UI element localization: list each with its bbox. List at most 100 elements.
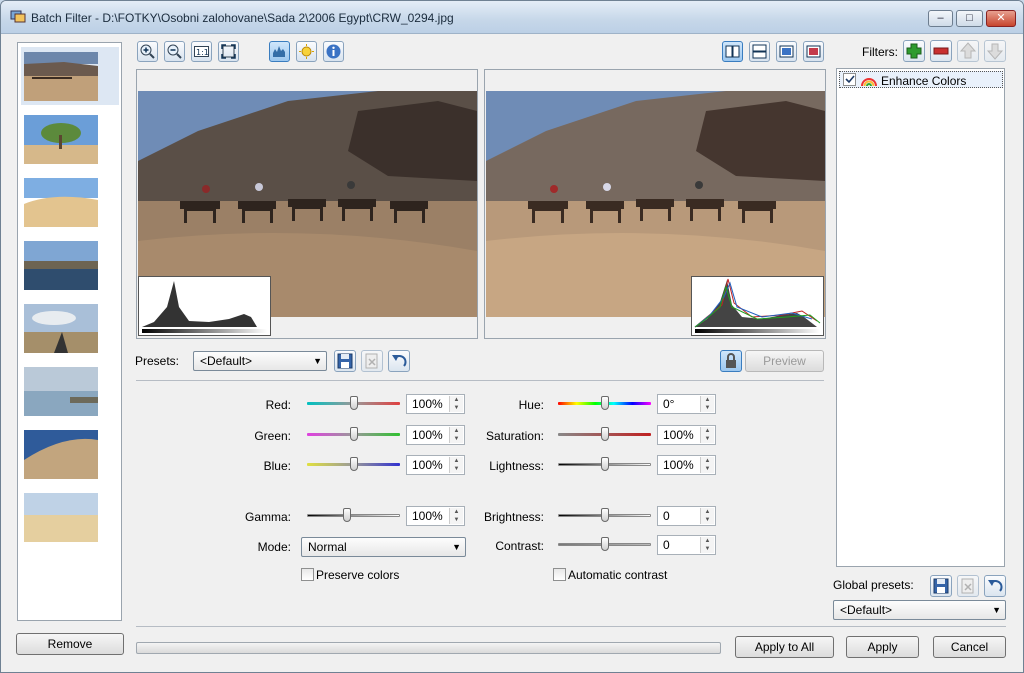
title-bar: Batch Filter - D:\FOTKY\Osobni zalohovan… — [1, 1, 1023, 34]
processed-histogram — [691, 276, 824, 336]
blue-slider-handle[interactable] — [350, 457, 358, 471]
reset-button[interactable] — [388, 350, 410, 372]
global-presets-dropdown[interactable]: <Default> ▼ — [833, 600, 1006, 620]
info-button[interactable] — [323, 41, 344, 62]
spin-arrows-icon[interactable]: ▲ ▼ — [700, 508, 714, 524]
maximize-button[interactable]: □ — [956, 10, 983, 27]
blue-label: Blue: — [263, 459, 291, 473]
delete-icon — [961, 578, 974, 594]
brightness-value-field[interactable]: 0 ▲ ▼ — [657, 506, 716, 526]
spin-arrows-icon[interactable]: ▲ ▼ — [700, 396, 714, 412]
blue-value-field[interactable]: 100% ▲ ▼ — [406, 455, 465, 475]
save-global-preset-button[interactable] — [930, 575, 952, 597]
mode-dropdown[interactable]: Normal ▼ — [301, 537, 466, 557]
spin-arrows-icon[interactable]: ▲ ▼ — [700, 427, 714, 443]
green-value-field[interactable]: 100% ▲ ▼ — [406, 425, 465, 445]
lightness-label: Lightness: — [489, 459, 544, 473]
presets-dropdown[interactable]: <Default> ▼ — [193, 351, 327, 371]
info-icon — [326, 44, 341, 59]
filter-enabled-checkbox[interactable] — [843, 73, 856, 86]
processed-only-icon — [806, 45, 821, 58]
lightness-value: 100% — [663, 458, 694, 472]
red-slider-handle[interactable] — [350, 396, 358, 410]
move-filter-down-button[interactable] — [984, 40, 1006, 62]
close-button[interactable]: ✕ — [986, 10, 1016, 27]
minus-icon — [933, 47, 949, 55]
histogram-graph — [694, 278, 821, 333]
hue-value-field[interactable]: 0° ▲ ▼ — [657, 394, 716, 414]
fit-to-window-button[interactable] — [218, 41, 239, 62]
hue-slider-handle[interactable] — [601, 396, 609, 410]
blue-value: 100% — [412, 458, 443, 472]
view-original-only[interactable] — [776, 41, 797, 62]
green-slider-handle[interactable] — [350, 427, 358, 441]
lightness-value-field[interactable]: 100% ▲ ▼ — [657, 455, 716, 475]
hue-label: Hue: — [518, 398, 544, 412]
automatic-contrast-label: Automatic contrast — [568, 568, 668, 582]
actual-size-icon: 1:1 — [194, 46, 209, 57]
delete-global-preset-button[interactable] — [957, 575, 979, 597]
spin-arrows-icon[interactable]: ▲ ▼ — [449, 427, 463, 443]
thumbnail-lake-shore[interactable] — [24, 367, 98, 416]
cancel-button[interactable]: Cancel — [933, 636, 1006, 658]
processed-image-panel[interactable] — [484, 69, 826, 339]
original-image-panel[interactable] — [136, 69, 478, 339]
view-split-vertical[interactable] — [722, 41, 743, 62]
preview-button[interactable]: Preview — [745, 350, 824, 372]
spin-arrows-icon[interactable]: ▲ ▼ — [449, 396, 463, 412]
automatic-contrast-checkbox[interactable] — [553, 568, 566, 581]
reset-global-button[interactable] — [984, 575, 1006, 597]
zoom-out-icon — [167, 44, 182, 59]
brightness-slider-handle[interactable] — [601, 508, 609, 522]
actual-size-button[interactable]: 1:1 — [191, 41, 212, 62]
zoom-out-button[interactable] — [164, 41, 185, 62]
zoom-in-button[interactable] — [137, 41, 158, 62]
add-filter-button[interactable] — [903, 40, 925, 62]
preserve-colors-checkbox[interactable] — [301, 568, 314, 581]
thumbnail-temple-rocks[interactable] — [24, 430, 98, 479]
spin-arrows-icon[interactable]: ▲ ▼ — [449, 508, 463, 524]
spin-arrows-icon[interactable]: ▲ ▼ — [700, 537, 714, 553]
thumbnail-tree-sand[interactable] — [24, 115, 98, 164]
spin-arrows-icon[interactable]: ▲ ▼ — [700, 457, 714, 473]
remove-filter-button[interactable] — [930, 40, 952, 62]
batch-filter-window: Batch Filter - D:\FOTKY\Osobni zalohovan… — [0, 0, 1024, 673]
save-preset-button[interactable] — [334, 350, 356, 372]
app-icon — [10, 10, 26, 23]
filter-item-enhance-colors[interactable]: Enhance Colors — [839, 71, 1003, 88]
histogram-toggle[interactable] — [269, 41, 290, 62]
view-split-horizontal[interactable] — [749, 41, 770, 62]
view-processed-only[interactable] — [803, 41, 824, 62]
arrow-up-icon — [959, 42, 977, 59]
thumbnail-road-clouds[interactable] — [24, 304, 98, 353]
contrast-value-field[interactable]: 0 ▲ ▼ — [657, 535, 716, 555]
thumbnail-camels-desert[interactable] — [24, 52, 98, 101]
lightness-slider-handle[interactable] — [601, 457, 609, 471]
undo-icon — [988, 580, 1003, 592]
auto-enhance-button[interactable] — [296, 41, 317, 62]
apply-to-all-button[interactable]: Apply to All — [735, 636, 834, 658]
minimize-button[interactable]: – — [928, 10, 953, 27]
thumbnail-river-nile[interactable] — [24, 241, 98, 290]
progress-bar — [136, 642, 721, 654]
move-filter-up-button[interactable] — [957, 40, 979, 62]
saturation-slider-handle[interactable] — [601, 427, 609, 441]
contrast-slider-handle[interactable] — [601, 537, 609, 551]
gamma-value-field[interactable]: 100% ▲ ▼ — [406, 506, 465, 526]
gamma-slider-handle[interactable] — [343, 508, 351, 522]
filters-list[interactable]: Enhance Colors — [836, 68, 1005, 567]
red-label: Red: — [265, 398, 291, 412]
plus-icon — [906, 43, 922, 59]
gamma-slider-track[interactable] — [307, 514, 400, 517]
delete-preset-button[interactable] — [361, 350, 383, 372]
thumbnail-list[interactable] — [17, 42, 122, 621]
saturation-value-field[interactable]: 100% ▲ ▼ — [657, 425, 716, 445]
spin-arrows-icon[interactable]: ▲ ▼ — [449, 457, 463, 473]
remove-button[interactable]: Remove — [16, 633, 124, 655]
thumbnail-dunes[interactable] — [24, 178, 98, 227]
lock-preview-button[interactable] — [720, 350, 742, 372]
global-presets-label: Global presets: — [833, 578, 914, 592]
red-value-field[interactable]: 100% ▲ ▼ — [406, 394, 465, 414]
thumbnail-flat-desert[interactable] — [24, 493, 98, 542]
apply-button[interactable]: Apply — [846, 636, 919, 658]
